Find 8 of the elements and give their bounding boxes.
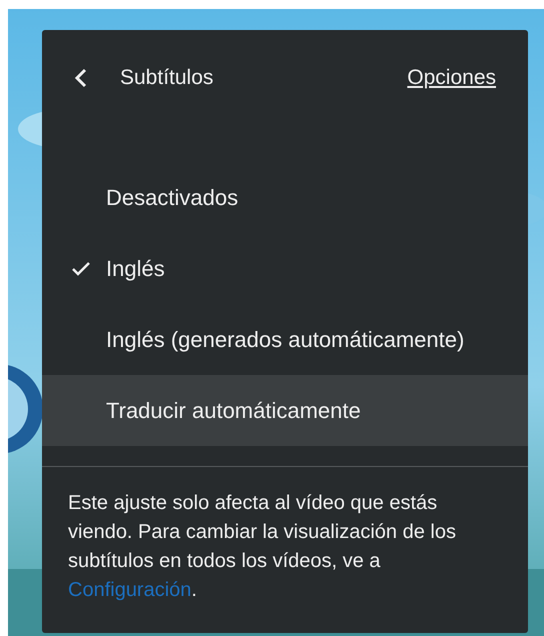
- subtitle-option[interactable]: Traducir automáticamente: [42, 375, 528, 446]
- subtitle-option[interactable]: Desactivados: [42, 162, 528, 233]
- settings-note: Este ajuste solo afecta al vídeo que estás viendo. Para cambiar la visualización de los subtítulos en todos los vídeos, ve a Configuración.: [68, 491, 457, 603]
- back-icon: [74, 68, 88, 88]
- options-link[interactable]: Opciones: [407, 62, 496, 94]
- subtitle-option[interactable]: Inglés (generados automáticamente): [42, 304, 528, 375]
- menu-title: Subtítulos: [120, 65, 214, 92]
- subtitle-option[interactable]: Inglés: [42, 233, 528, 304]
